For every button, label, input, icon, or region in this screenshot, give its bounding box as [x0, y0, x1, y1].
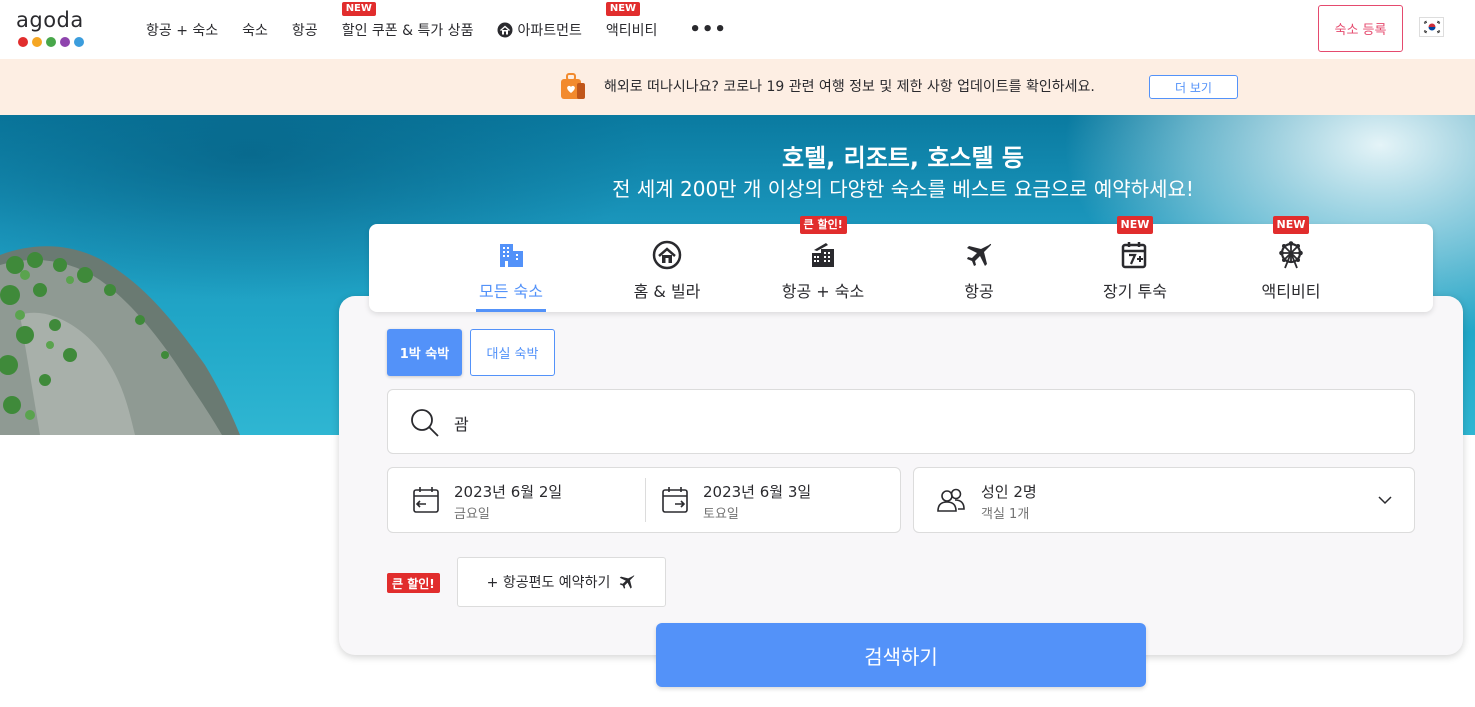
flight-hotel-icon: [812, 243, 834, 267]
checkin-weekday: 금요일: [454, 507, 490, 522]
nav-item-apartments[interactable]: 아파트먼트: [497, 0, 582, 59]
nav-item-hotels[interactable]: 숙소: [242, 0, 268, 59]
guests-rooms-selector[interactable]: 성인 2명 객실 1개: [913, 467, 1415, 533]
airplane-icon: [967, 243, 992, 266]
korea-flag-icon: [1421, 20, 1442, 34]
day-use-stay-button[interactable]: 대실 숙박: [470, 329, 555, 376]
search-icon: [411, 409, 439, 437]
destination-search-input[interactable]: 괌: [387, 389, 1415, 454]
tab-flight-hotel[interactable]: 큰 할인! 항공 + 숙소: [768, 216, 878, 312]
nav-label: 할인 쿠폰 & 특가 상품: [341, 22, 474, 39]
logo-text: agoda: [16, 8, 84, 32]
nav-item-flight-hotel[interactable]: 항공 + 숙소: [146, 0, 218, 59]
logo-dot: [18, 37, 28, 47]
checkout-date: 2023년 6월 3일: [703, 483, 812, 501]
hotel-building-icon: [500, 244, 523, 267]
calendar-checkin-icon: [413, 487, 439, 513]
nav-label: 액티비티: [605, 22, 658, 39]
nav-label: 숙소: [242, 22, 268, 39]
overnight-stay-button[interactable]: 1박 숙박: [387, 329, 462, 376]
category-tabs: 모든 숙소 홈 & 빌라 큰 할인! 항공 + 숙소 항공 NEW 장기 투숙 …: [369, 216, 1433, 312]
ferris-wheel-icon: [1279, 241, 1303, 269]
logo-dot: [74, 37, 84, 47]
nav-item-flights[interactable]: 항공: [292, 0, 318, 59]
tab-flights[interactable]: 항공: [924, 224, 1034, 312]
nav-item-activities[interactable]: NEW 액티비티: [605, 0, 658, 59]
tab-label: 모든 숙소: [479, 282, 543, 301]
hero-title: 호텔, 리조트, 호스텔 등: [781, 144, 1025, 172]
tab-label: 항공 + 숙소: [781, 282, 865, 301]
agoda-logo[interactable]: agoda: [16, 8, 96, 50]
new-badge: NEW: [605, 2, 641, 16]
add-flight-button[interactable]: + 항공편도 예약하기: [457, 557, 666, 607]
nav-label: 항공: [291, 22, 318, 39]
search-value: 괌: [454, 415, 469, 434]
home-icon: [652, 240, 682, 270]
top-header: agoda 항공 + 숙소 숙소 항공 NEW 할인 쿠폰 & 특가 상품 아파…: [0, 0, 1475, 59]
calendar-7plus-icon: [1121, 242, 1147, 269]
logo-dot: [60, 37, 70, 47]
notice-more-button[interactable]: 더 보기: [1149, 75, 1238, 99]
tab-activities[interactable]: NEW 액티비티: [1236, 216, 1346, 312]
main-nav: 항공 + 숙소 숙소 항공 NEW 할인 쿠폰 & 특가 상품 아파트먼트 NE…: [146, 0, 751, 59]
tab-label: 홈 & 빌라: [633, 282, 701, 301]
calendar-checkout-icon: [662, 487, 688, 513]
register-property-button[interactable]: 숙소 등록: [1318, 5, 1403, 52]
guests-count: 성인 2명: [981, 483, 1037, 501]
big-discount-badge: 큰 할인!: [387, 573, 440, 593]
hero-subtitle: 전 세계 200만 개 이상의 다양한 숙소를 베스트 요금으로 예약하세요!: [612, 177, 1194, 201]
covid-notice-bar: 해외로 떠나시나요? 코로나 19 관련 여행 정보 및 제한 사항 업데이트를…: [0, 59, 1475, 115]
rooms-count: 객실 1개: [981, 507, 1030, 522]
nav-item-deals[interactable]: NEW 할인 쿠폰 & 특가 상품: [341, 0, 474, 59]
checkin-date-field[interactable]: 2023년 6월 2일 금요일: [388, 468, 645, 532]
more-menu-icon[interactable]: •••: [689, 0, 727, 59]
big-discount-badge: 큰 할인!: [799, 216, 847, 234]
tab-all-stays[interactable]: 모든 숙소: [456, 224, 566, 312]
new-badge: NEW: [1272, 216, 1310, 234]
new-badge: NEW: [341, 2, 376, 16]
tab-label: 액티비티: [1261, 282, 1321, 301]
date-range-picker: 2023년 6월 2일 금요일 2023년 6월 3일 토요일: [387, 467, 901, 533]
tab-label: 장기 투숙: [1103, 282, 1167, 301]
checkout-weekday: 토요일: [703, 507, 739, 522]
airplane-icon: [620, 575, 635, 589]
tab-homes-villas[interactable]: 홈 & 빌라: [612, 224, 722, 312]
tab-long-stays[interactable]: NEW 장기 투숙: [1080, 216, 1190, 312]
nav-label: 항공 + 숙소: [146, 22, 219, 39]
add-flight-label: + 항공편도 예약하기: [486, 575, 611, 591]
checkin-date: 2023년 6월 2일: [454, 483, 563, 501]
home-icon: [497, 22, 513, 37]
logo-dot: [46, 37, 56, 47]
tab-label: 항공: [964, 282, 994, 301]
nav-label: 아파트먼트: [517, 22, 582, 39]
travel-bag-icon: [561, 73, 585, 99]
guests-icon: [937, 488, 965, 512]
notice-text: 해외로 떠나시나요? 코로나 19 관련 여행 정보 및 제한 사항 업데이트를…: [604, 79, 1095, 95]
new-badge: NEW: [1116, 216, 1154, 234]
logo-dot: [32, 37, 42, 47]
language-flag-icon[interactable]: [1419, 17, 1444, 37]
search-button[interactable]: 검색하기: [656, 623, 1146, 687]
logo-dots: [18, 37, 96, 47]
checkout-date-field[interactable]: 2023년 6월 3일 토요일: [637, 468, 900, 532]
chevron-down-icon: [1378, 496, 1392, 505]
